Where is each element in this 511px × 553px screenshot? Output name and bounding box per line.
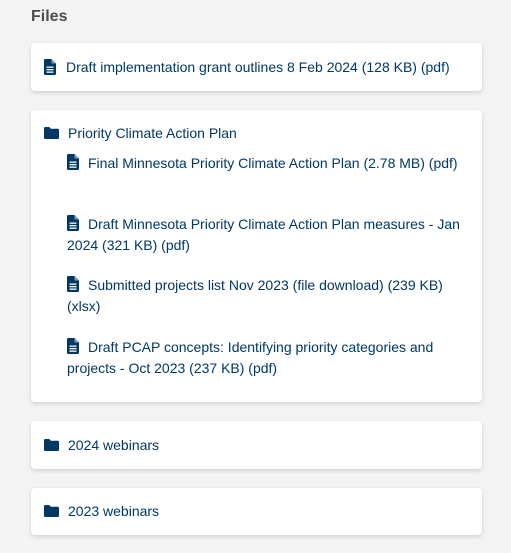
- file-link-label: Final Minnesota Priority Climate Action …: [88, 155, 458, 171]
- file-icon: [67, 276, 79, 292]
- file-icon: [67, 215, 79, 231]
- file-link-label: Submitted projects list Nov 2023 (file d…: [67, 277, 443, 314]
- file-card-implementation-grant: Draft implementation grant outlines 8 Fe…: [31, 43, 482, 91]
- folder-icon: [44, 439, 59, 451]
- folder-toggle-2024-webinars[interactable]: 2024 webinars: [44, 435, 159, 455]
- file-link-draft-pcap-concepts[interactable]: Draft PCAP concepts: Identifying priorit…: [67, 337, 467, 379]
- file-icon: [44, 59, 56, 75]
- file-link-final-pcap[interactable]: Final Minnesota Priority Climate Action …: [67, 153, 467, 174]
- files-heading: Files: [31, 8, 68, 25]
- folder-label: Priority Climate Action Plan: [68, 125, 237, 141]
- folder-icon: [44, 505, 59, 517]
- file-icon: [67, 338, 79, 354]
- file-icon: [67, 154, 79, 170]
- folder-label: 2023 webinars: [68, 503, 160, 519]
- file-link-label: Draft PCAP concepts: Identifying priorit…: [67, 339, 434, 376]
- file-link-label: Draft implementation grant outlines 8 Fe…: [66, 59, 450, 75]
- folder-label: 2024 webinars: [68, 437, 160, 453]
- folder-card-2024-webinars: 2024 webinars: [31, 421, 482, 469]
- file-link-label: Draft Minnesota Priority Climate Action …: [67, 216, 460, 253]
- file-link-draft-pcap-measures[interactable]: Draft Minnesota Priority Climate Action …: [67, 214, 467, 256]
- folder-toggle-priority-climate-action-plan[interactable]: Priority Climate Action Plan: [44, 123, 237, 143]
- folder-card-priority-climate-action-plan: Priority Climate Action Plan Final Minne…: [31, 110, 482, 402]
- folder-card-2023-webinars: 2023 webinars: [31, 488, 482, 535]
- folder-toggle-2023-webinars[interactable]: 2023 webinars: [44, 501, 159, 521]
- file-link-implementation-grant[interactable]: Draft implementation grant outlines 8 Fe…: [44, 57, 450, 77]
- folder-icon: [44, 127, 59, 139]
- file-link-submitted-projects-list[interactable]: Submitted projects list Nov 2023 (file d…: [67, 275, 467, 317]
